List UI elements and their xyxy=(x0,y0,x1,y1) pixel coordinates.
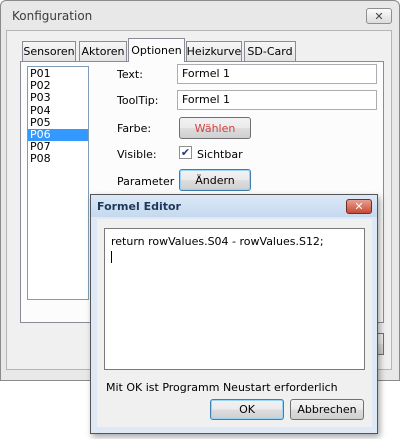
tab-label: Aktoren xyxy=(81,45,125,58)
dialog-close-button[interactable]: ✕ xyxy=(346,199,372,214)
close-icon: ✕ xyxy=(374,9,384,23)
tab-label: SD-Card xyxy=(247,45,293,58)
text-input[interactable]: Formel 1 xyxy=(177,64,377,84)
farbe-waehlen-button[interactable]: Wählen xyxy=(179,117,251,139)
parameter-aendern-button[interactable]: Ändern xyxy=(179,169,251,191)
text-label: Text: xyxy=(117,68,143,81)
sichtbar-checkbox[interactable]: ✔ xyxy=(179,146,192,159)
text-caret xyxy=(111,251,112,263)
parameter-list[interactable]: P01 P02 P03 P04 P05 P06 P07 P08 xyxy=(27,66,89,300)
close-icon: ✕ xyxy=(354,200,364,213)
tab-sd-card[interactable]: SD-Card xyxy=(244,41,296,61)
formula-text: return rowValues.S04 - rowValues.S12; xyxy=(111,235,324,248)
formula-editor-textarea[interactable]: return rowValues.S04 - rowValues.S12; xyxy=(104,228,365,370)
tab-label: Optionen xyxy=(131,44,182,57)
tooltip-label: ToolTip: xyxy=(117,94,159,107)
ok-button[interactable]: OK xyxy=(210,399,284,420)
tab-aktoren[interactable]: Aktoren xyxy=(79,41,127,61)
checkmark-icon: ✔ xyxy=(180,146,191,159)
dialog-title: Formel Editor xyxy=(97,200,181,213)
list-item[interactable]: P04 xyxy=(28,104,88,117)
window-title: Konfiguration xyxy=(12,9,93,23)
tab-label: Heizkurve xyxy=(186,45,242,58)
list-item[interactable]: P03 xyxy=(28,92,88,104)
abbrechen-button[interactable]: Abbrechen xyxy=(290,399,364,420)
restart-hint: Mit OK ist Programm Neustart erforderlic… xyxy=(106,381,338,394)
tab-label: Sensoren xyxy=(23,45,75,58)
list-item[interactable]: P08 xyxy=(28,153,88,165)
farbe-label: Farbe: xyxy=(117,122,152,135)
tab-optionen[interactable]: Optionen xyxy=(128,38,185,62)
tab-sensoren[interactable]: Sensoren xyxy=(22,41,76,61)
tab-heizkurve[interactable]: Heizkurve xyxy=(186,41,242,61)
parameter-label: Parameter xyxy=(117,175,175,188)
window-close-button[interactable]: ✕ xyxy=(366,8,392,24)
tooltip-input[interactable]: Formel 1 xyxy=(177,90,377,110)
sichtbar-label: Sichtbar xyxy=(197,148,243,161)
visible-label: Visible: xyxy=(117,148,157,161)
